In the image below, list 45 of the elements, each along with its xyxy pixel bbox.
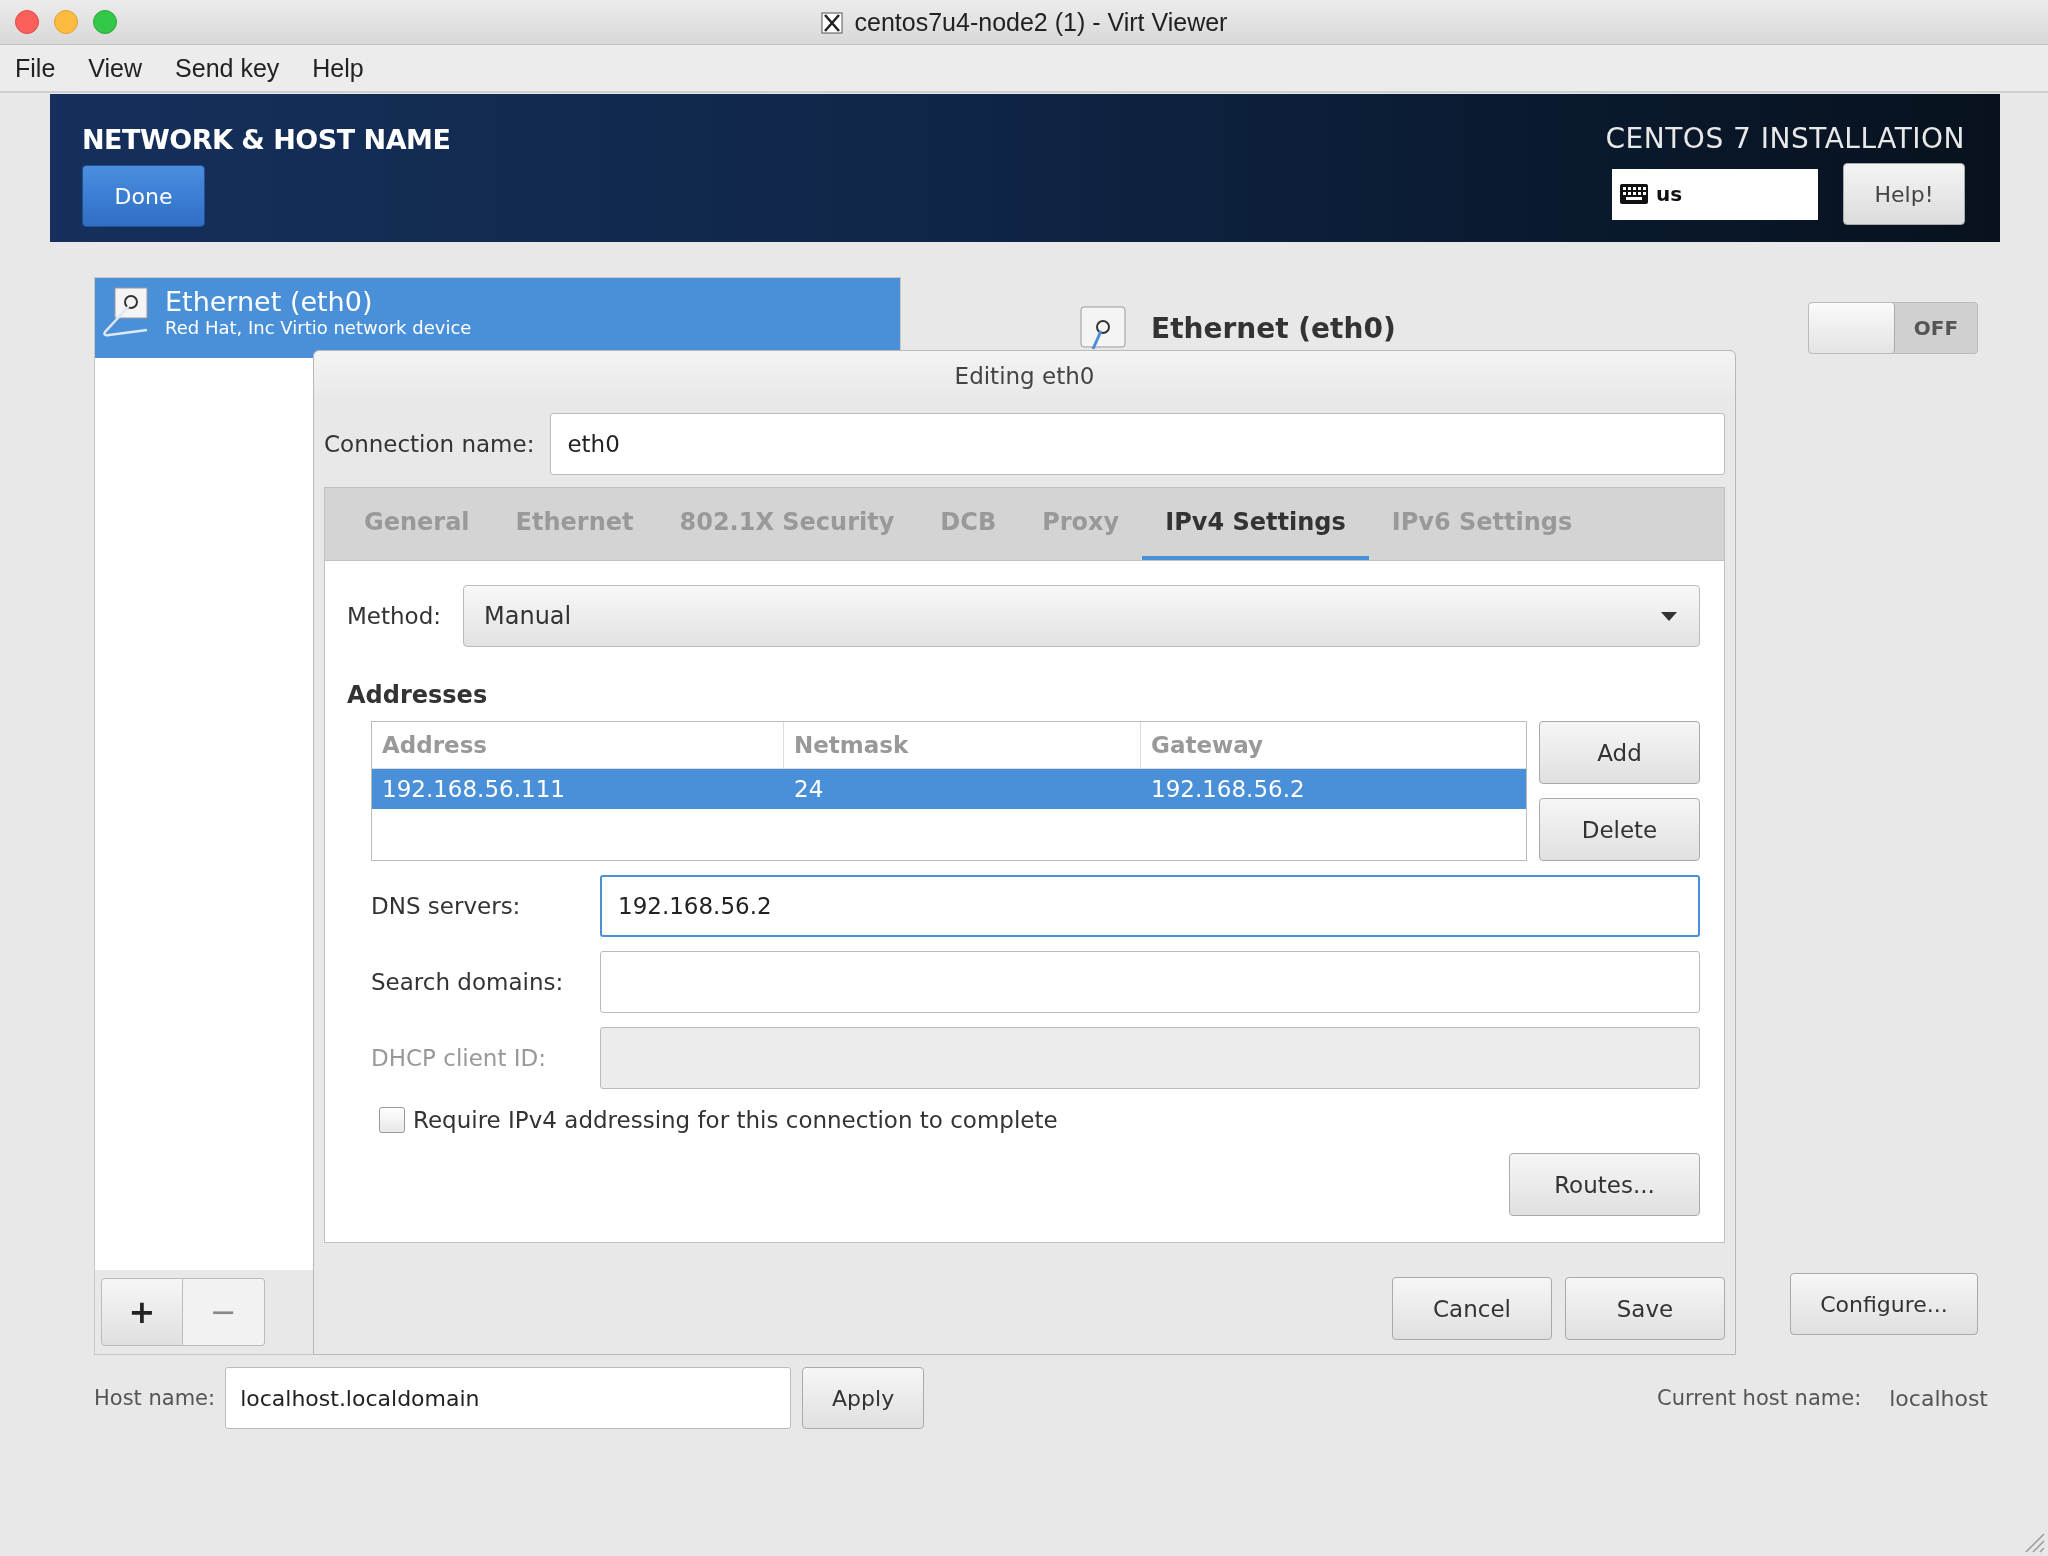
device-name: Ethernet (eth0) [165,286,374,317]
menu-item[interactable]: File [15,53,56,83]
current-host-name: localhost [1889,1385,1988,1411]
save-button[interactable]: Save [1565,1277,1725,1340]
minimize-icon[interactable] [54,10,78,34]
menu-item[interactable]: Help [312,53,364,83]
add-device-button[interactable]: + [101,1278,183,1346]
cancel-button[interactable]: Cancel [1392,1277,1552,1340]
connection-name-field[interactable]: eth0 [550,413,1725,475]
field-label: DNS servers: [371,893,522,919]
zoom-icon[interactable] [93,10,117,34]
host-name-field[interactable]: localhost.localdomain [225,1367,792,1429]
power-toggle[interactable]: OFF [1808,302,1978,354]
checkbox-label: Require IPv4 addressing for this connection to complete [413,1107,1058,1133]
current-host-name-label: Current host name: [1657,1386,1862,1410]
add-address-button[interactable]: Add [1539,721,1700,784]
close-icon[interactable] [15,10,39,34]
device-description: Red Hat, Inc Virtio network device [165,317,472,338]
network-cable-icon [101,286,151,338]
apply-button[interactable]: Apply [802,1367,925,1429]
product-title: CENTOS 7 INSTALLATION [1605,122,1965,155]
help-button[interactable]: Help! [1843,163,1965,225]
input-field[interactable] [600,951,1700,1013]
routes-button[interactable]: Routes... [1509,1153,1700,1216]
window-title: centos7u4-node2 (1) - Virt Viewer [854,8,1228,37]
menu-item[interactable]: View [88,53,143,83]
field-label: Search domains: [371,969,565,995]
keyboard-layout-field[interactable]: us [1612,168,1818,220]
checkbox[interactable] [379,1107,405,1133]
host-name-label: Host name: [94,1386,216,1410]
delete-address-button[interactable]: Delete [1539,798,1700,861]
method-label: Method: [347,603,441,629]
addresses-heading: Addresses [347,681,489,709]
done-button[interactable]: Done [82,165,205,227]
device-title: Ethernet (eth0) [1151,311,1397,345]
configure-button[interactable]: Configure... [1790,1273,1978,1335]
method-dropdown[interactable]: Manual [463,585,1700,647]
menu-item[interactable]: Send key [175,53,280,83]
x-app-icon [820,11,843,34]
keyboard-icon [1620,184,1648,204]
connection-name-label: Connection name: [324,431,535,457]
page-title: NETWORK & HOST NAME [82,124,451,155]
dropdown-arrow-icon [1661,611,1677,621]
field-label: DHCP client ID: [371,1045,547,1071]
input-field[interactable]: 192.168.56.2 [600,875,1700,937]
